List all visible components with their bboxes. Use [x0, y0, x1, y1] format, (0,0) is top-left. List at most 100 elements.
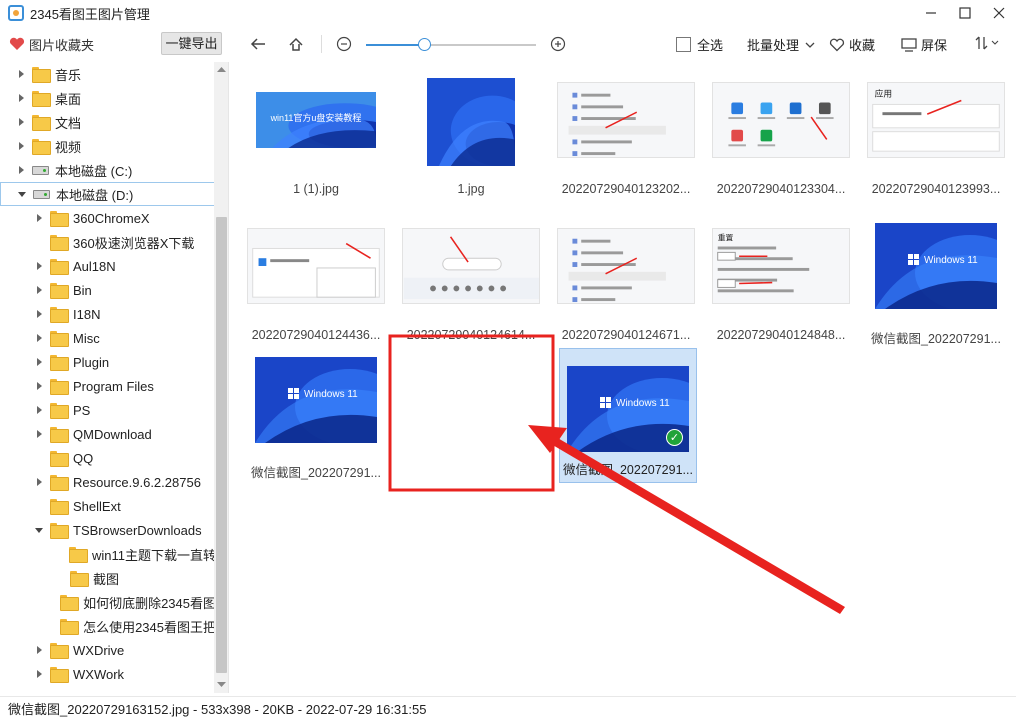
zoom-slider-thumb[interactable] [417, 38, 431, 51]
batch-label: 批量处理 [747, 38, 800, 53]
favorites-label: 图片收藏夹 [29, 37, 95, 53]
tree-item-label: I18N [73, 306, 101, 322]
tree-item[interactable]: QQ [0, 446, 228, 470]
tree-item[interactable]: 如何彻底删除2345看图王 [0, 590, 229, 614]
folder-icon [50, 427, 69, 443]
tree-item[interactable]: 360极速浏览器X下载 [0, 230, 228, 254]
thumbnail-image [707, 70, 855, 170]
select-all-checkbox[interactable]: 全选 [676, 35, 723, 54]
expand-arrow-icon[interactable] [16, 117, 26, 127]
zoom-slider[interactable] [366, 38, 536, 51]
svg-text:重置: 重置 [718, 233, 734, 243]
image-thumbnail[interactable]: 20220729040124614... [397, 216, 545, 351]
monitor-icon [901, 37, 917, 52]
expand-arrow-icon[interactable] [34, 477, 44, 487]
svg-text:应用: 应用 [875, 88, 893, 99]
tree-item-label: 360极速浏览器X下载 [73, 235, 195, 251]
tree-item[interactable]: 桌面 [0, 86, 228, 110]
tree-item[interactable]: 音乐 [0, 62, 228, 86]
tree-item[interactable]: Misc [0, 326, 228, 350]
expand-arrow-icon[interactable] [16, 165, 26, 175]
tree-item[interactable]: win11主题下载一直转圈 [0, 542, 228, 566]
image-thumbnail[interactable]: Windows 11 ✓ 微信截图_202207291... [559, 348, 697, 483]
image-thumbnail[interactable]: 1.jpg [397, 70, 545, 205]
tree-item[interactable]: Resource.9.6.2.28756 [0, 470, 228, 494]
expand-arrow-icon[interactable] [34, 333, 44, 343]
favorites-button[interactable]: 图片收藏夹 [9, 35, 94, 54]
tree-item-label: WXWork [73, 666, 125, 682]
image-thumbnail[interactable]: 20220729040124671... [552, 216, 700, 351]
image-thumbnail[interactable]: 20220729040123202... [552, 70, 700, 205]
tree-item-label: 视频 [55, 139, 82, 155]
close-button[interactable] [982, 0, 1016, 26]
tree-item-label: 本地磁盘 (D:) [56, 187, 134, 203]
expand-arrow-icon[interactable] [16, 69, 26, 79]
tree-item-label: TSBrowserDownloads [73, 522, 202, 538]
sidebar-scrollbar[interactable] [214, 62, 228, 693]
tree-item-label: Aul18N [73, 258, 116, 274]
image-thumbnail[interactable]: 应用 20220729040123993... [862, 70, 1010, 205]
tree-item[interactable]: QMDownload [0, 422, 228, 446]
sort-button[interactable] [974, 35, 1000, 51]
scrollbar-thumb[interactable] [216, 217, 227, 673]
tree-item[interactable]: TSBrowserDownloads [0, 518, 228, 542]
expand-arrow-icon[interactable] [34, 309, 44, 319]
maximize-button[interactable] [948, 0, 982, 26]
expand-arrow-icon[interactable] [34, 213, 44, 223]
app-window: 2345看图王图片管理 图片收藏夹 一键导出 全选 批量处理 收藏 屏保 音乐桌… [0, 0, 1016, 721]
thumbnail-caption: 20220729040124848... [716, 328, 846, 342]
tree-item-label: 如何彻底删除2345看图王 [83, 595, 229, 611]
collapse-arrow-icon[interactable] [17, 189, 27, 199]
image-thumbnail[interactable]: Windows 11 微信截图_202207291... [242, 350, 390, 485]
image-thumbnail[interactable]: 20220729040124436... [242, 216, 390, 351]
expand-arrow-icon[interactable] [34, 285, 44, 295]
tree-item[interactable]: Bin [0, 278, 228, 302]
image-thumbnail[interactable]: 重置 20220729040124848... [707, 216, 855, 351]
minimize-button[interactable] [914, 0, 948, 26]
batch-process-button[interactable]: 批量处理 [747, 35, 816, 54]
image-thumbnail[interactable]: 20220729040123304... [707, 70, 855, 205]
tree-item[interactable]: 视频 [0, 134, 228, 158]
tree-item-label: WXDrive [73, 642, 125, 658]
zoom-out-icon[interactable] [334, 34, 354, 54]
tree-item[interactable]: Plugin [0, 350, 228, 374]
sort-icon [975, 36, 999, 50]
tree-item[interactable]: 本地磁盘 (C:) [0, 158, 228, 182]
zoom-in-icon[interactable] [548, 34, 568, 54]
expand-arrow-icon[interactable] [16, 93, 26, 103]
tree-item[interactable]: WXWork [0, 662, 228, 686]
tree-item[interactable]: WXDrive [0, 638, 228, 662]
up-folder-icon[interactable] [286, 34, 306, 54]
expand-arrow-icon[interactable] [34, 261, 44, 271]
tree-item[interactable]: 360ChromeX [0, 206, 228, 230]
image-thumbnail[interactable]: Windows 11 微信截图_202207291... [862, 216, 1010, 351]
tree-item-label: Misc [73, 330, 100, 346]
tree-item[interactable]: I18N [0, 302, 228, 326]
tree-item[interactable]: Program Files [0, 374, 228, 398]
expand-arrow-icon[interactable] [34, 405, 44, 415]
tree-item[interactable]: 怎么使用2345看图王把图 [0, 614, 228, 638]
folder-icon [50, 523, 69, 539]
collect-button[interactable]: 收藏 [829, 35, 875, 54]
expand-arrow-icon[interactable] [34, 645, 44, 655]
collapse-arrow-icon[interactable] [34, 525, 44, 535]
tree-item[interactable]: Aul18N [0, 254, 228, 278]
tree-item[interactable]: ShellExt [0, 494, 228, 518]
expand-arrow-icon[interactable] [16, 141, 26, 151]
expand-arrow-icon[interactable] [34, 429, 44, 439]
tree-item[interactable]: 截图 [0, 566, 228, 590]
tree-item[interactable]: 文档 [0, 110, 228, 134]
folder-icon [60, 595, 80, 611]
expand-arrow-icon[interactable] [34, 381, 44, 391]
thumbnail-caption: 微信截图_202207291... [251, 466, 381, 480]
image-thumbnail[interactable]: win11官方u盘安装教程 1 (1).jpg [242, 70, 402, 205]
screensaver-button[interactable]: 屏保 [901, 35, 947, 54]
tree-item[interactable]: PS [0, 398, 228, 422]
back-arrow-icon[interactable] [248, 34, 268, 54]
tree-item[interactable]: 本地磁盘 (D:) [0, 182, 228, 206]
export-button[interactable]: 一键导出 [161, 32, 222, 55]
expand-arrow-icon[interactable] [34, 669, 44, 679]
expand-arrow-icon[interactable] [34, 357, 44, 367]
